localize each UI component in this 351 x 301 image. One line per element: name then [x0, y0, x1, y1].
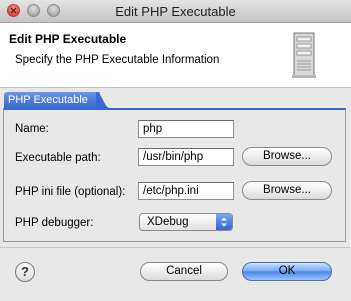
php-debugger-select[interactable]: XDebug	[139, 213, 233, 231]
server-icon	[292, 32, 316, 78]
footer-divider	[0, 247, 351, 248]
tab-edge	[96, 92, 110, 108]
browse-ini-button[interactable]: Browse...	[242, 181, 332, 200]
executable-path-label: Executable path:	[15, 152, 101, 164]
ok-button[interactable]: OK	[242, 262, 332, 281]
header-banner: Edit PHP Executable Specify the PHP Exec…	[0, 23, 351, 88]
help-button[interactable]: ?	[15, 262, 35, 282]
executable-path-field[interactable]: /usr/bin/php	[138, 148, 234, 166]
php-debugger-value: XDebug	[147, 216, 189, 228]
title-bar[interactable]: Edit PHP Executable	[0, 0, 351, 23]
name-label: Name:	[15, 123, 49, 135]
window-title: Edit PHP Executable	[115, 4, 236, 19]
dialog-window: Edit PHP Executable Edit PHP Executable …	[0, 0, 351, 301]
cancel-button[interactable]: Cancel	[140, 262, 228, 281]
php-ini-label: PHP ini file (optional):	[15, 186, 126, 198]
php-debugger-label: PHP debugger:	[15, 217, 94, 229]
tab-php-executable[interactable]: PHP Executable	[4, 92, 100, 108]
browse-executable-button[interactable]: Browse...	[242, 147, 332, 166]
banner-description: Specify the PHP Executable Information	[15, 54, 220, 66]
select-arrows-icon	[216, 214, 232, 230]
banner-title: Edit PHP Executable	[9, 32, 127, 46]
php-ini-field[interactable]: /etc/php.ini	[138, 182, 234, 200]
name-field[interactable]: php	[138, 120, 234, 138]
